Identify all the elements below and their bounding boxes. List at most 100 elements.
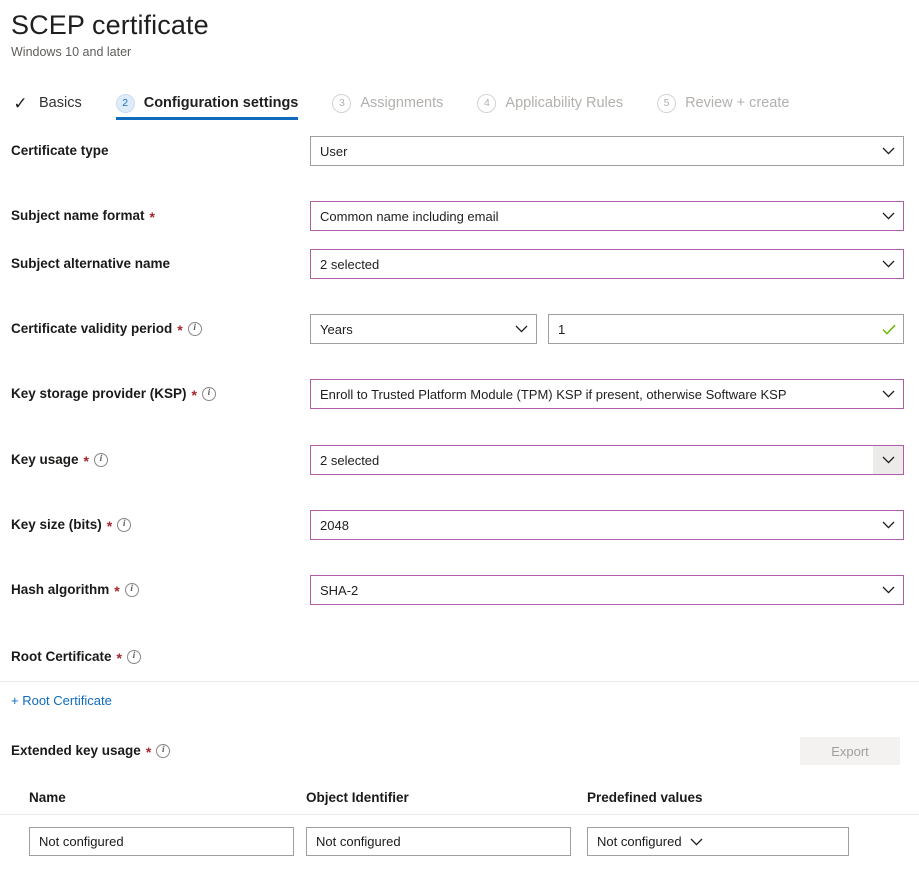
key-size-value: 2048 xyxy=(320,517,349,533)
eku-predefined-values-value: Not configured xyxy=(597,834,682,849)
required-indicator: * xyxy=(191,387,197,403)
validity-period-number-input[interactable]: 1 xyxy=(548,314,904,344)
eku-name-value: Not configured xyxy=(39,834,124,849)
info-icon[interactable]: i xyxy=(117,518,132,532)
cell-name: Not configured xyxy=(29,827,306,856)
chevron-down-icon xyxy=(873,202,903,230)
tab-assignments[interactable]: 3 Assignments xyxy=(332,86,460,120)
table-header-divider xyxy=(0,814,919,815)
certificate-type-select[interactable]: User xyxy=(310,136,904,166)
required-indicator: * xyxy=(145,744,152,760)
table-row: Not configured Not configured Not config… xyxy=(0,827,919,856)
wizard-tabs: ✓ Basics 2 Configuration settings 3 Assi… xyxy=(0,86,919,120)
eku-object-identifier-input[interactable]: Not configured xyxy=(306,827,571,856)
chevron-down-icon xyxy=(873,511,903,539)
row-root-certificate: Root Certificate * i xyxy=(0,642,919,672)
eku-predefined-values-select[interactable]: Not configured xyxy=(587,827,849,856)
tab-basics[interactable]: ✓ Basics xyxy=(11,86,99,120)
tab-applicability-rules-label: Applicability Rules xyxy=(505,95,624,111)
tab-number-badge: 4 xyxy=(477,93,497,113)
info-icon[interactable]: i xyxy=(187,322,202,336)
key-size-label: Key size (bits) * i xyxy=(11,516,310,534)
eku-name-input[interactable]: Not configured xyxy=(29,827,294,856)
chevron-down-icon xyxy=(682,828,712,856)
validity-period-number-value: 1 xyxy=(558,321,566,337)
row-hash-algorithm: Hash algorithm * i SHA-2 xyxy=(0,575,919,605)
cell-object-identifier: Not configured xyxy=(306,827,587,856)
page-header: SCEP certificate Windows 10 and later xyxy=(0,0,919,60)
column-header-predefined-values: Predefined values xyxy=(587,790,703,805)
key-storage-provider-select[interactable]: Enroll to Trusted Platform Module (TPM) … xyxy=(310,379,904,409)
tab-configuration-settings[interactable]: 2 Configuration settings xyxy=(115,86,316,120)
tab-basics-label: Basics xyxy=(39,95,82,111)
chevron-down-icon xyxy=(873,446,903,474)
cell-predefined-values: Not configured xyxy=(587,827,849,856)
table-header-row: Name Object Identifier Predefined values xyxy=(0,790,919,805)
subject-alternative-name-value: 2 selected xyxy=(320,256,380,272)
tab-assignments-label: Assignments xyxy=(360,95,444,111)
extended-key-usage-label: Extended key usage * i xyxy=(11,742,310,760)
key-usage-select[interactable]: 2 selected xyxy=(310,445,904,475)
row-subject-alternative-name: Subject alternative name 2 selected xyxy=(0,249,919,279)
row-key-storage-provider: Key storage provider (KSP) * i Enroll to… xyxy=(0,379,919,409)
tab-number-badge: 3 xyxy=(332,93,352,113)
configuration-form: Certificate type User Subject name forma… xyxy=(0,136,919,856)
key-size-select[interactable]: 2048 xyxy=(310,510,904,540)
certificate-type-label: Certificate type xyxy=(11,143,109,158)
chevron-down-icon xyxy=(506,315,536,343)
tab-configuration-settings-label: Configuration settings xyxy=(143,95,299,111)
info-icon[interactable]: i xyxy=(124,583,139,597)
eku-object-identifier-value: Not configured xyxy=(316,834,401,849)
info-icon[interactable]: i xyxy=(94,453,108,467)
info-icon[interactable]: i xyxy=(156,744,171,758)
tab-number-badge: 2 xyxy=(115,93,135,113)
certificate-type-value: User xyxy=(320,143,348,159)
subject-alternative-name-label: Subject alternative name xyxy=(11,256,171,271)
info-icon[interactable]: i xyxy=(126,650,141,664)
subject-name-format-select[interactable]: Common name including email xyxy=(310,201,904,231)
root-certificate-label: Root Certificate * i xyxy=(11,648,310,666)
column-header-name: Name xyxy=(29,790,66,805)
row-key-usage: Key usage * i 2 selected xyxy=(0,445,919,475)
row-extended-key-usage: Extended key usage * i Export xyxy=(0,736,919,766)
extended-key-usage-table: Name Object Identifier Predefined values… xyxy=(0,790,919,856)
add-root-certificate-link[interactable]: + Root Certificate xyxy=(0,693,112,708)
key-storage-provider-value: Enroll to Trusted Platform Module (TPM) … xyxy=(320,386,787,402)
chevron-down-icon xyxy=(873,380,903,408)
required-indicator: * xyxy=(149,209,155,225)
required-indicator: * xyxy=(114,583,120,599)
chevron-down-icon xyxy=(873,250,903,278)
check-icon: ✓ xyxy=(13,93,28,113)
row-key-size: Key size (bits) * i 2048 xyxy=(0,510,919,540)
required-indicator: * xyxy=(106,518,113,534)
required-indicator: * xyxy=(83,453,89,469)
info-icon[interactable]: i xyxy=(202,387,216,401)
certificate-validity-period-label: Certificate validity period * i xyxy=(11,320,310,338)
root-certificate-divider xyxy=(0,681,919,682)
validity-period-unit-value: Years xyxy=(320,321,353,337)
hash-algorithm-value: SHA-2 xyxy=(320,582,359,598)
required-indicator: * xyxy=(116,650,122,666)
tab-review-create[interactable]: 5 Review + create xyxy=(657,86,806,120)
validity-period-unit-select[interactable]: Years xyxy=(310,314,537,344)
chevron-down-icon xyxy=(873,576,903,604)
column-header-object-identifier: Object Identifier xyxy=(306,790,409,805)
page-subtitle: Windows 10 and later xyxy=(11,45,132,59)
subject-name-format-label: Subject name format * xyxy=(11,208,155,225)
tab-applicability-rules[interactable]: 4 Applicability Rules xyxy=(477,86,640,120)
valid-check-icon xyxy=(875,315,903,343)
row-certificate-validity-period: Certificate validity period * i Years 1 xyxy=(0,314,919,344)
row-subject-name-format: Subject name format * Common name includ… xyxy=(0,201,919,231)
export-button[interactable]: Export xyxy=(800,737,900,765)
subject-name-format-value: Common name including email xyxy=(320,208,499,224)
hash-algorithm-select[interactable]: SHA-2 xyxy=(310,575,904,605)
page-title: SCEP certificate xyxy=(11,10,209,40)
chevron-down-icon xyxy=(873,137,903,165)
required-indicator: * xyxy=(177,322,183,338)
tab-number-badge: 5 xyxy=(657,93,677,113)
subject-alternative-name-select[interactable]: 2 selected xyxy=(310,249,904,279)
key-storage-provider-label: Key storage provider (KSP) * i xyxy=(11,385,310,403)
key-usage-label: Key usage * i xyxy=(11,451,310,469)
tab-review-create-label: Review + create xyxy=(685,95,790,111)
hash-algorithm-label: Hash algorithm * i xyxy=(11,581,310,599)
